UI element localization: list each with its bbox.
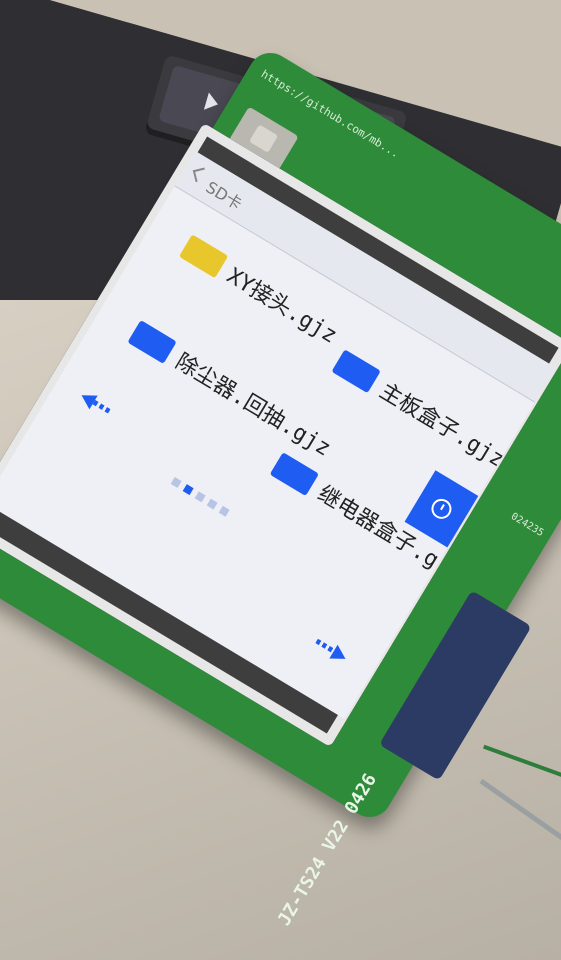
page-dot	[170, 476, 182, 488]
blue-part-icon	[127, 320, 177, 364]
page-title: SD卡	[202, 177, 246, 214]
page-dot	[194, 491, 206, 503]
clock-icon	[427, 495, 456, 523]
blue-part-icon	[331, 349, 381, 394]
file-item[interactable]: 除尘器.回抽.gjz	[126, 317, 338, 462]
page-indicator	[170, 476, 230, 517]
page-dot	[218, 505, 230, 517]
page-dot	[206, 498, 218, 510]
yellow-part-icon	[178, 234, 229, 279]
page-dot-active	[182, 484, 194, 496]
photo-scene: https://github.com/mb... 024235 JZ-TS24 …	[0, 0, 561, 960]
file-name: 除尘器.回抽.gjz	[170, 349, 335, 462]
blue-part-icon	[269, 452, 320, 497]
back-chevron-icon[interactable]	[192, 167, 208, 183]
next-page-arrow-icon[interactable]	[311, 633, 350, 665]
previous-page-arrow-icon[interactable]	[77, 388, 116, 420]
board-serial-text: 024235	[508, 511, 546, 540]
file-name: 主板盒子.gjz	[374, 378, 509, 473]
